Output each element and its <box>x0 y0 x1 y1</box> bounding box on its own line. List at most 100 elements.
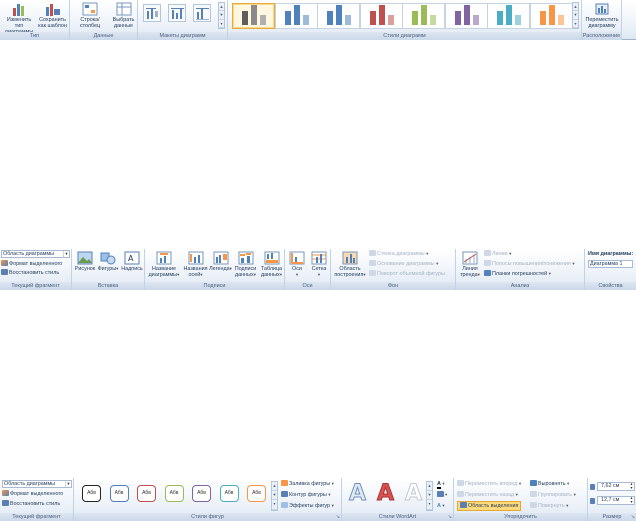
scroll-down-icon[interactable]: ▼ <box>272 491 277 501</box>
select-data-button[interactable]: Выбрать данные <box>110 2 137 29</box>
wordart-style-blue[interactable]: A <box>348 481 366 507</box>
width-spinner[interactable]: 12,7 см ▲ ▼ <box>597 496 635 505</box>
send-backward-button[interactable]: Переместить назад ▾ <box>457 491 518 499</box>
shape-fill-button[interactable]: Заливка фигуры ▾ <box>281 480 334 488</box>
text-fill-button[interactable]: A ▾ <box>437 480 445 489</box>
wordart-style-outline[interactable]: A <box>404 481 422 507</box>
chart-title-button[interactable]: Название диаграммы▾ <box>147 251 181 278</box>
3d-rotation-button[interactable]: Поворот объемной фигуры <box>369 270 445 278</box>
layouts-scroll[interactable]: ▲ ▼ ▾ <box>218 2 225 29</box>
effects-icon <box>281 502 288 508</box>
updown-bars-button[interactable]: Полосы повышения/понижения ▾ <box>484 260 575 268</box>
chart-name-field[interactable]: Диаграмма 1 <box>588 260 633 268</box>
chart-style-thumb[interactable] <box>402 3 445 29</box>
wordart-scroll[interactable]: ▲ ▼ ▾ <box>426 481 433 511</box>
chart-floor-button[interactable]: Основание диаграммы ▾ <box>369 260 438 268</box>
axes-button[interactable]: Оси ▾ <box>287 251 307 278</box>
more-icon[interactable]: ▾ <box>272 500 277 510</box>
chart-title-icon <box>156 251 172 265</box>
shape-effects-button[interactable]: Эффекты фигур ▾ <box>281 502 334 510</box>
lines-button[interactable]: Линии ▾ <box>484 250 511 258</box>
more-icon[interactable]: ▾ <box>573 20 578 28</box>
reset-style-button-format[interactable]: Восстановить стиль <box>2 500 60 508</box>
rotate-button[interactable]: Повернуть ▾ <box>530 502 568 510</box>
save-as-template-button[interactable]: Сохранить как шаблон <box>36 2 69 29</box>
scroll-up-icon[interactable]: ▲ <box>427 482 432 492</box>
error-bars-button[interactable]: Планки погрешностей ▾ <box>484 270 551 278</box>
scroll-down-icon[interactable]: ▼ <box>219 11 224 20</box>
format-selection-button-format[interactable]: Формат выделенного <box>2 490 63 498</box>
selection-pane-button[interactable]: Область выделения <box>457 501 522 511</box>
plot-area-button[interactable]: Область построения▾ <box>333 251 367 278</box>
textbox-button[interactable]: A Надпись <box>120 251 144 272</box>
chevron-down-icon[interactable]: ▼ <box>63 251 69 257</box>
style-preview-bar <box>557 15 564 25</box>
shape-style-thumb[interactable]: Абв <box>247 485 266 502</box>
pen-icon <box>281 491 288 497</box>
ribbon-format: Область диаграммы ▼ Формат выделенного В… <box>0 478 636 521</box>
dialog-launcher-icon[interactable]: ↘ <box>336 513 340 521</box>
chart-style-thumb[interactable] <box>359 3 403 29</box>
reset-style-icon <box>1 269 8 275</box>
spin-down-icon[interactable]: ▼ <box>630 500 633 504</box>
shape-style-thumb[interactable]: Абв <box>137 485 156 502</box>
switch-row-column-button[interactable]: Строка/столбец <box>72 2 108 29</box>
layout-thumb-1[interactable] <box>143 4 161 22</box>
layout-thumb-3[interactable] <box>193 4 211 22</box>
chart-elements-combo-format[interactable]: Область диаграммы ▼ <box>2 480 72 488</box>
dialog-launcher-icon[interactable]: ↘ <box>631 513 635 521</box>
axis-titles-button[interactable]: Названия осей▾ <box>183 251 208 278</box>
chart-style-thumb[interactable] <box>487 3 530 29</box>
spin-down-icon[interactable]: ▼ <box>630 486 633 490</box>
style-preview-bar <box>548 5 555 25</box>
format-selection-button[interactable]: Формат выделенного <box>1 260 62 268</box>
change-chart-type-button[interactable]: Изменить тип диаграммы <box>2 2 36 35</box>
styles-scroll[interactable]: ▲ ▼ ▾ <box>572 2 579 29</box>
style-preview-bar <box>463 5 470 25</box>
scroll-up-icon[interactable]: ▲ <box>272 482 277 492</box>
chart-style-thumb[interactable] <box>274 3 318 29</box>
scroll-up-icon[interactable]: ▲ <box>219 3 224 12</box>
shape-style-thumb[interactable]: Абв <box>82 485 101 502</box>
reset-style-button[interactable]: Восстановить стиль <box>1 269 59 277</box>
scroll-up-icon[interactable]: ▲ <box>573 3 578 12</box>
layout-thumb-2[interactable] <box>168 4 186 22</box>
chart-wall-button[interactable]: Стенка диаграммы ▾ <box>369 250 428 258</box>
bring-forward-button[interactable]: Переместить вперед ▾ <box>457 480 521 488</box>
chart-style-thumb[interactable] <box>444 3 488 29</box>
shape-styles-scroll[interactable]: ▲ ▼ ▾ <box>271 481 278 511</box>
dialog-launcher-icon[interactable]: ↘ <box>448 513 452 521</box>
style-preview-bar <box>345 15 351 25</box>
shape-style-thumb[interactable]: Абв <box>109 485 129 502</box>
shape-style-thumb[interactable]: Абв <box>219 485 239 502</box>
chart-elements-combo[interactable]: Область диаграммы ▼ <box>1 250 70 258</box>
shapes-button[interactable]: Фигуры▾ <box>97 251 119 272</box>
style-preview-bar <box>515 15 521 25</box>
shape-style-thumb[interactable]: Абв <box>164 485 184 502</box>
picture-button[interactable]: Рисунок <box>74 251 96 272</box>
shape-outline-button[interactable]: Контур фигуры ▾ <box>281 491 330 499</box>
shape-style-thumb[interactable]: Абв <box>192 485 211 502</box>
data-table-button[interactable]: Таблица данных▾ <box>259 251 284 278</box>
scroll-down-icon[interactable]: ▼ <box>427 491 432 501</box>
gridlines-button[interactable]: Сетка ▾ <box>308 251 330 278</box>
text-effects-button[interactable]: A ▾ <box>437 502 445 510</box>
chart-style-thumb[interactable] <box>232 3 275 29</box>
chart-style-thumb[interactable] <box>317 3 360 29</box>
height-spinner[interactable]: 7,62 см ▲ ▼ <box>597 482 635 491</box>
trendline-button[interactable]: Линия тренда▾ <box>458 251 482 278</box>
wordart-style-red[interactable]: A <box>376 481 394 507</box>
group-button[interactable]: Группировать ▾ <box>530 491 576 499</box>
more-icon[interactable]: ▾ <box>219 20 224 28</box>
axes-icon <box>289 251 305 265</box>
move-chart-button[interactable]: Переместить диаграмму <box>583 2 621 29</box>
axis-titles-icon <box>188 251 203 265</box>
chart-style-thumb[interactable] <box>529 3 573 29</box>
text-outline-button[interactable]: ▾ <box>437 491 447 499</box>
more-icon[interactable]: ▾ <box>427 500 432 510</box>
chevron-down-icon[interactable]: ▼ <box>65 481 71 487</box>
scroll-down-icon[interactable]: ▼ <box>573 11 578 20</box>
data-labels-button[interactable]: Подписи данных▾ <box>233 251 258 278</box>
align-button[interactable]: Выровнять ▾ <box>530 480 569 488</box>
legend-button[interactable]: Легенда▾ <box>209 251 232 272</box>
